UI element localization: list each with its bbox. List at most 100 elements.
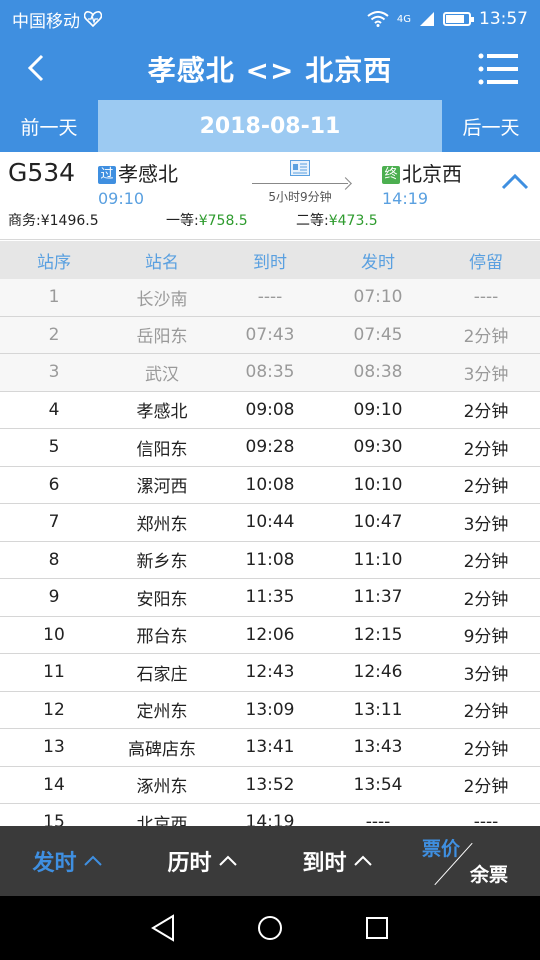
pass-badge: 过 <box>98 166 116 184</box>
stop-stay: 9分钟 <box>463 627 509 648</box>
stop-seq: 7 <box>48 512 60 533</box>
stop-depart: 12:15 <box>353 624 403 645</box>
stop-stay: 3分钟 <box>463 364 509 385</box>
stop-station: 定州东 <box>136 702 188 723</box>
sort-duration-label: 历时 <box>167 851 212 876</box>
table-row[interactable]: 6 漯河西 10:08 10:10 2分钟 <box>0 467 540 504</box>
table-row[interactable]: 8 新乡东 11:08 11:10 2分钟 <box>0 542 540 579</box>
nav-bar: 孝感北 <> 北京西 <box>0 38 540 100</box>
sort-by-duration-button[interactable]: 历时 <box>135 826 270 896</box>
arrival-time: 14:19 <box>382 189 429 208</box>
back-button[interactable] <box>18 50 54 86</box>
stop-seq: 12 <box>43 699 65 720</box>
stop-depart: 07:10 <box>353 287 403 308</box>
stop-seq: 11 <box>43 662 65 683</box>
table-row[interactable]: 15 北京西 14:19 ---- ---- <box>0 804 540 826</box>
stop-station: 武汉 <box>145 364 179 385</box>
arrival-station: 终北京西 14:19 <box>382 158 462 208</box>
train-info: G534 过孝感北 09:10 5小时9分钟 终北京西 14:19 商务:¥14… <box>0 152 540 240</box>
system-recents-button[interactable] <box>357 908 397 948</box>
stop-station: 石家庄 <box>136 664 188 685</box>
stop-seq: 13 <box>43 737 65 758</box>
stop-list[interactable]: 1 长沙南 ---- 07:10 ---- 2 岳阳东 07:43 07:45 2分钟 3 武汉 08:… <box>0 279 540 826</box>
chevron-up-icon <box>83 855 102 866</box>
stop-depart: 09:30 <box>353 437 403 458</box>
sort-bar: 发时 历时 到时 票价 余票 <box>0 826 540 896</box>
stop-stay: ---- <box>473 812 499 826</box>
stop-seq: 6 <box>48 474 60 495</box>
stop-station: 安阳东 <box>136 589 188 610</box>
duration-text: 5小时9分钟 <box>268 190 332 204</box>
wifi-icon <box>367 11 389 27</box>
menu-icon <box>478 53 518 85</box>
price-first: 一等:¥758.5 <box>166 213 248 229</box>
current-date[interactable]: 2018-08-11 <box>98 114 442 139</box>
stop-stay: 2分钟 <box>463 439 509 460</box>
stop-seq: 4 <box>48 399 60 420</box>
date-bar: 前一天 2018-08-11 后一天 <box>0 100 540 152</box>
system-back-button[interactable] <box>143 908 183 948</box>
stop-depart: 07:45 <box>353 324 403 345</box>
stop-seq: 15 <box>43 812 65 826</box>
stop-station: 邢台东 <box>136 627 188 648</box>
chevron-left-icon <box>27 54 44 82</box>
stop-stay: 2分钟 <box>463 552 509 573</box>
stop-depart: 09:10 <box>353 399 403 420</box>
square-recents-icon <box>365 917 388 939</box>
stop-arrive: 12:06 <box>245 624 295 645</box>
carrier: 中国移动 <box>12 7 102 32</box>
departure-time: 09:10 <box>98 189 145 208</box>
table-row[interactable]: 1 长沙南 ---- 07:10 ---- <box>0 279 540 317</box>
stop-arrive: 14:19 <box>245 812 295 826</box>
stop-depart: 10:10 <box>353 474 403 495</box>
table-row[interactable]: 5 信阳东 09:28 09:30 2分钟 <box>0 429 540 467</box>
price-business: 商务:¥1496.5 <box>8 213 99 229</box>
chevron-up-icon <box>353 855 372 866</box>
stop-station: 高碑店东 <box>128 739 196 760</box>
chevron-up-icon[interactable] <box>500 172 530 192</box>
stop-station: 新乡东 <box>136 552 188 573</box>
table-row[interactable]: 9 安阳东 11:35 11:37 2分钟 <box>0 579 540 617</box>
table-row[interactable]: 14 涿州东 13:52 13:54 2分钟 <box>0 767 540 804</box>
table-row[interactable]: 11 石家庄 12:43 12:46 3分钟 <box>0 654 540 692</box>
stop-arrive: 08:35 <box>245 362 295 383</box>
stop-seq: 8 <box>48 549 60 570</box>
stop-arrive: 12:43 <box>245 662 295 683</box>
stop-arrive: ---- <box>257 287 283 308</box>
stop-depart: 08:38 <box>353 362 403 383</box>
table-row[interactable]: 12 定州东 13:09 13:11 2分钟 <box>0 692 540 729</box>
stop-arrive: 13:41 <box>245 737 295 758</box>
circle-home-icon <box>257 916 282 940</box>
stop-stay: 2分钟 <box>463 589 509 610</box>
departure-station: 过孝感北 09:10 <box>98 158 178 208</box>
terminal-badge: 终 <box>382 166 400 184</box>
sort-by-arrive-button[interactable]: 到时 <box>270 826 405 896</box>
stop-depart: 11:37 <box>353 587 403 608</box>
stop-station: 北京西 <box>136 814 188 826</box>
table-row[interactable]: 4 孝感北 09:08 09:10 2分钟 <box>0 392 540 429</box>
stop-seq: 9 <box>48 587 60 608</box>
price-second: 二等:¥473.5 <box>296 213 378 229</box>
stop-station: 长沙南 <box>136 289 188 310</box>
table-row[interactable]: 2 岳阳东 07:43 07:45 2分钟 <box>0 316 540 354</box>
network-type: 4G <box>396 13 411 25</box>
sort-by-depart-button[interactable]: 发时 <box>0 826 135 896</box>
table-row[interactable]: 3 武汉 08:35 08:38 3分钟 <box>0 354 540 392</box>
stop-depart: ---- <box>365 812 391 826</box>
price-remaining-toggle[interactable]: 票价 余票 <box>405 826 540 896</box>
table-row[interactable]: 7 郑州东 10:44 10:47 3分钟 <box>0 504 540 542</box>
table-row[interactable]: 13 高碑店东 13:41 13:43 2分钟 <box>0 729 540 767</box>
table-row[interactable]: 10 邢台东 12:06 12:15 9分钟 <box>0 617 540 654</box>
prev-day-button[interactable]: 前一天 <box>0 100 98 152</box>
stop-station: 郑州东 <box>136 514 188 535</box>
stop-arrive: 11:35 <box>245 587 295 608</box>
header-stay: 停留 <box>469 252 503 273</box>
next-day-button[interactable]: 后一天 <box>442 100 540 152</box>
stop-stay: 2分钟 <box>463 739 509 760</box>
stop-seq: 14 <box>43 774 65 795</box>
stop-station: 信阳东 <box>136 439 188 460</box>
menu-button[interactable] <box>478 52 518 86</box>
system-home-button[interactable] <box>250 908 290 948</box>
header-arrive: 到时 <box>253 252 287 273</box>
status-bar: 中国移动 4G 13:57 <box>0 0 540 38</box>
